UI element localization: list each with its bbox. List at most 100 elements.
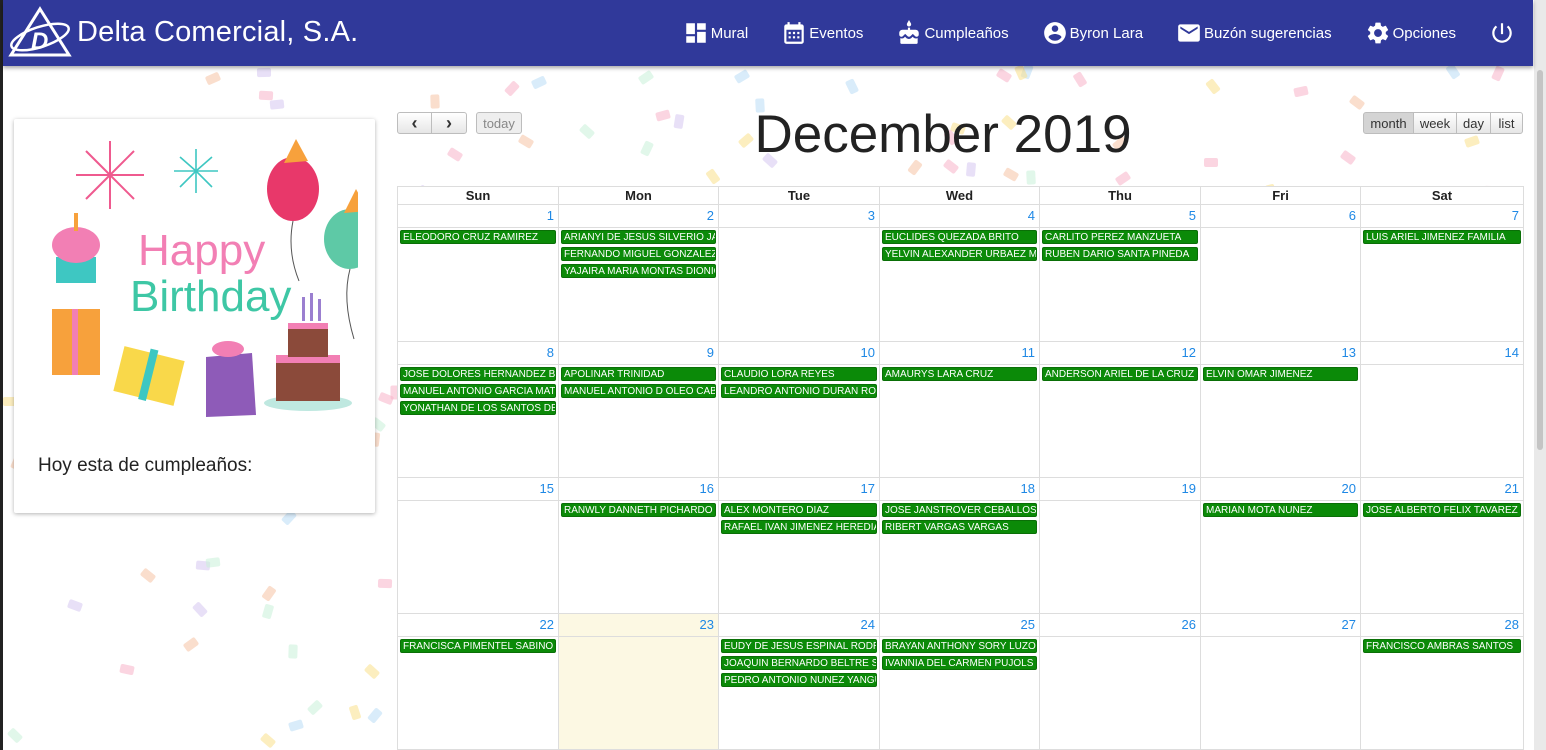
day-cell[interactable]: 5 CARLITO PEREZ MANZUETA RUBEN DARIO SANTA… bbox=[1040, 205, 1201, 342]
day-cell[interactable]: 23 bbox=[559, 614, 719, 750]
day-number[interactable]: 15 bbox=[540, 481, 554, 496]
day-cell[interactable]: 16 RANWLY DANNETH PICHARDO DIAZ bbox=[559, 478, 719, 614]
birthday-event[interactable]: AMAURYS LARA CRUZ bbox=[882, 367, 1037, 381]
day-cell[interactable]: 24 EUDY DE JESUS ESPINAL RODRIGUEZ JOAQUIN… bbox=[719, 614, 880, 750]
birthday-event[interactable]: EUDY DE JESUS ESPINAL RODRIGUEZ bbox=[721, 639, 877, 653]
day-number[interactable]: 19 bbox=[1182, 481, 1196, 496]
day-number[interactable]: 26 bbox=[1182, 617, 1196, 632]
nav-opciones[interactable]: Opciones bbox=[1365, 20, 1456, 46]
day-cell[interactable]: 1 ELEODORO CRUZ RAMIREZ bbox=[398, 205, 559, 342]
birthday-event[interactable]: RANWLY DANNETH PICHARDO DIAZ bbox=[561, 503, 716, 517]
birthday-event[interactable]: LEANDRO ANTONIO DURAN RODRIGUEZ bbox=[721, 384, 877, 398]
nav-mural[interactable]: Mural bbox=[683, 20, 748, 46]
birthday-event[interactable]: APOLINAR TRINIDAD bbox=[561, 367, 716, 381]
birthday-event[interactable]: LUIS ARIEL JIMENEZ FAMILIA bbox=[1363, 230, 1521, 244]
day-cell[interactable]: 17 ALEX MONTERO DIAZ RAFAEL IVAN JIMENEZ H… bbox=[719, 478, 880, 614]
day-cell[interactable]: 25 BRAYAN ANTHONY SORY LUZON IVANNIA DEL C… bbox=[880, 614, 1040, 750]
day-cell[interactable]: 10 CLAUDIO LORA REYES LEANDRO ANTONIO DURA… bbox=[719, 342, 880, 478]
birthday-event[interactable]: CARLITO PEREZ MANZUETA bbox=[1042, 230, 1198, 244]
day-number[interactable]: 3 bbox=[868, 208, 875, 223]
birthday-event[interactable]: YONATHAN DE LOS SANTOS DE LEON bbox=[400, 401, 556, 415]
birthday-event[interactable]: ALEX MONTERO DIAZ bbox=[721, 503, 877, 517]
day-number[interactable]: 28 bbox=[1505, 617, 1519, 632]
day-cell[interactable]: 21 JOSE ALBERTO FELIX TAVAREZ bbox=[1361, 478, 1524, 614]
day-cell[interactable]: 9 APOLINAR TRINIDAD MANUEL ANTONIO D OLEO … bbox=[559, 342, 719, 478]
day-number[interactable]: 20 bbox=[1342, 481, 1356, 496]
birthday-event[interactable]: FRANCISCA PIMENTEL SABINO bbox=[400, 639, 556, 653]
day-cell[interactable]: 13 ELVIN OMAR JIMENEZ bbox=[1201, 342, 1361, 478]
day-number[interactable]: 1 bbox=[547, 208, 554, 223]
day-number[interactable]: 16 bbox=[700, 481, 714, 496]
day-number[interactable]: 21 bbox=[1505, 481, 1519, 496]
day-cell[interactable]: 19 bbox=[1040, 478, 1201, 614]
view-day-button[interactable]: day bbox=[1456, 112, 1491, 134]
day-cell[interactable]: 4 EUCLIDES QUEZADA BRITO YELVIN ALEXANDER … bbox=[880, 205, 1040, 342]
day-number[interactable]: 10 bbox=[861, 345, 875, 360]
birthday-event[interactable]: MARIAN MOTA NUNEZ bbox=[1203, 503, 1358, 517]
day-cell[interactable]: 22 FRANCISCA PIMENTEL SABINO bbox=[398, 614, 559, 750]
nav-cumpleanos[interactable]: Cumpleaños bbox=[896, 20, 1009, 46]
day-cell[interactable]: 18 JOSE JANSTROVER CEBALLOS ROSARIO RIBERT… bbox=[880, 478, 1040, 614]
day-number[interactable]: 8 bbox=[547, 345, 554, 360]
birthday-event[interactable]: RAFAEL IVAN JIMENEZ HEREDIA bbox=[721, 520, 877, 534]
nav-eventos[interactable]: Eventos bbox=[781, 20, 863, 46]
birthday-event[interactable]: PEDRO ANTONIO NUNEZ YANGUELA bbox=[721, 673, 877, 687]
birthday-event[interactable]: JOSE DOLORES HERNANDEZ BAUTISTA bbox=[400, 367, 556, 381]
birthday-event[interactable]: MANUEL ANTONIO D OLEO CABRERA bbox=[561, 384, 716, 398]
birthday-event[interactable]: FRANCISCO AMBRAS SANTOS bbox=[1363, 639, 1521, 653]
day-number[interactable]: 11 bbox=[1022, 345, 1036, 360]
day-number[interactable]: 27 bbox=[1342, 617, 1356, 632]
birthday-event[interactable]: ELVIN OMAR JIMENEZ bbox=[1203, 367, 1358, 381]
birthday-event[interactable]: JOSE ALBERTO FELIX TAVAREZ bbox=[1363, 503, 1521, 517]
day-cell[interactable]: 8 JOSE DOLORES HERNANDEZ BAUTISTA MANUEL A… bbox=[398, 342, 559, 478]
day-cell[interactable]: 12 ANDERSON ARIEL DE LA CRUZ bbox=[1040, 342, 1201, 478]
birthday-event[interactable]: YAJAIRA MARIA MONTAS DIONICIO bbox=[561, 264, 716, 278]
day-number[interactable]: 17 bbox=[861, 481, 875, 496]
day-number[interactable]: 14 bbox=[1505, 345, 1519, 360]
day-number[interactable]: 7 bbox=[1512, 208, 1519, 223]
day-cell[interactable]: 7 LUIS ARIEL JIMENEZ FAMILIA bbox=[1361, 205, 1524, 342]
view-list-button[interactable]: list bbox=[1490, 112, 1523, 134]
birthday-event[interactable]: JOSE JANSTROVER CEBALLOS ROSARIO bbox=[882, 503, 1037, 517]
brand[interactable]: D Delta Comercial, S.A. bbox=[7, 4, 358, 60]
birthday-event[interactable]: JOAQUIN BERNARDO BELTRE SEVERINO bbox=[721, 656, 877, 670]
birthday-event[interactable]: EUCLIDES QUEZADA BRITO bbox=[882, 230, 1037, 244]
day-cell[interactable]: 28 FRANCISCO AMBRAS SANTOS bbox=[1361, 614, 1524, 750]
day-number[interactable]: 6 bbox=[1349, 208, 1356, 223]
day-number[interactable]: 5 bbox=[1189, 208, 1196, 223]
view-week-button[interactable]: week bbox=[1413, 112, 1457, 134]
birthday-event[interactable]: BRAYAN ANTHONY SORY LUZON bbox=[882, 639, 1037, 653]
day-number[interactable]: 4 bbox=[1028, 208, 1035, 223]
nav-user-profile[interactable]: Byron Lara bbox=[1042, 20, 1143, 46]
view-month-button[interactable]: month bbox=[1363, 112, 1414, 134]
day-number[interactable]: 9 bbox=[707, 345, 714, 360]
day-cell[interactable]: 26 bbox=[1040, 614, 1201, 750]
day-number[interactable]: 22 bbox=[540, 617, 554, 632]
day-cell[interactable]: 14 bbox=[1361, 342, 1524, 478]
day-number[interactable]: 12 bbox=[1182, 345, 1196, 360]
day-cell[interactable]: 15 bbox=[398, 478, 559, 614]
day-cell[interactable]: 20 MARIAN MOTA NUNEZ bbox=[1201, 478, 1361, 614]
logout-button[interactable] bbox=[1489, 20, 1517, 46]
day-cell[interactable]: 11 AMAURYS LARA CRUZ bbox=[880, 342, 1040, 478]
day-number[interactable]: 23 bbox=[700, 617, 714, 632]
birthday-event[interactable]: YELVIN ALEXANDER URBAEZ MEDINA bbox=[882, 247, 1037, 261]
birthday-event[interactable]: MANUEL ANTONIO GARCIA MATEO bbox=[400, 384, 556, 398]
birthday-event[interactable]: ANDERSON ARIEL DE LA CRUZ bbox=[1042, 367, 1198, 381]
day-number[interactable]: 18 bbox=[1021, 481, 1035, 496]
birthday-event[interactable]: IVANNIA DEL CARMEN PUJOLS SANCHEZ bbox=[882, 656, 1037, 670]
day-number[interactable]: 24 bbox=[861, 617, 875, 632]
nav-buzon-sugerencias[interactable]: Buzón sugerencias bbox=[1176, 20, 1332, 46]
day-cell[interactable]: 27 bbox=[1201, 614, 1361, 750]
day-number[interactable]: 2 bbox=[707, 208, 714, 223]
day-cell[interactable]: 6 bbox=[1201, 205, 1361, 342]
day-number[interactable]: 13 bbox=[1342, 345, 1356, 360]
birthday-event[interactable]: FERNANDO MIGUEL GONZALEZ BRITO bbox=[561, 247, 716, 261]
day-cell[interactable]: 3 bbox=[719, 205, 880, 342]
day-cell[interactable]: 2 ARIANYI DE JESUS SILVERIO JAQUEZ FERNAND… bbox=[559, 205, 719, 342]
birthday-event[interactable]: RUBEN DARIO SANTA PINEDA bbox=[1042, 247, 1198, 261]
birthday-event[interactable]: RIBERT VARGAS VARGAS bbox=[882, 520, 1037, 534]
birthday-event[interactable]: ARIANYI DE JESUS SILVERIO JAQUEZ bbox=[561, 230, 716, 244]
birthday-event[interactable]: ELEODORO CRUZ RAMIREZ bbox=[400, 230, 556, 244]
day-number[interactable]: 25 bbox=[1021, 617, 1035, 632]
